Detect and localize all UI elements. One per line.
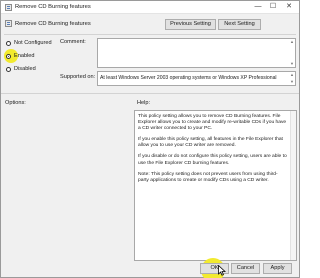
policy-setting-icon xyxy=(5,4,12,11)
window-title: Remove CD Burning features xyxy=(15,4,91,10)
comment-textarea[interactable]: ▲ ▼ xyxy=(97,38,296,68)
minimize-button[interactable]: — xyxy=(251,2,265,12)
radio-label: Disabled xyxy=(14,66,36,72)
help-panel: This policy setting allows you to remove… xyxy=(134,110,297,261)
scroll-up-icon[interactable]: ▲ xyxy=(289,72,295,78)
close-button[interactable]: ✕ xyxy=(282,2,296,12)
help-paragraph: If you disable or do not configure this … xyxy=(138,154,287,166)
radio-label: Enabled xyxy=(14,53,35,59)
header-divider xyxy=(4,34,296,35)
title-bar[interactable]: Remove CD Burning features — ☐ ✕ xyxy=(1,1,299,14)
radio-label: Not Configured xyxy=(14,40,52,46)
help-text: This policy setting allows you to remove… xyxy=(138,114,288,189)
mouse-pointer-icon xyxy=(218,265,226,276)
next-setting-button[interactable]: Next Setting xyxy=(218,19,261,30)
help-scrollbar[interactable] xyxy=(290,111,296,260)
policy-setting-icon xyxy=(5,20,12,27)
apply-button[interactable]: Apply xyxy=(263,263,292,274)
radio-button[interactable] xyxy=(6,67,11,72)
scroll-down-icon[interactable]: ▼ xyxy=(289,79,295,85)
help-paragraph: If you enable this policy setting, all f… xyxy=(138,137,283,149)
help-paragraph: This policy setting allows you to remove… xyxy=(138,114,287,132)
policy-dialog-window: Remove CD Burning features — ☐ ✕ Remove … xyxy=(0,0,300,278)
maximize-button[interactable]: ☐ xyxy=(266,2,280,12)
help-paragraph: Note: This policy setting does not preve… xyxy=(138,171,278,183)
supported-on-value: At least Windows Server 2003 operating s… xyxy=(100,75,277,81)
radio-button[interactable] xyxy=(6,54,11,59)
radio-button[interactable] xyxy=(6,41,11,46)
supported-on-field: At least Windows Server 2003 operating s… xyxy=(97,71,296,86)
scroll-up-icon[interactable]: ▲ xyxy=(289,39,295,45)
options-label: Options: xyxy=(5,100,26,106)
previous-setting-button[interactable]: Previous Setting xyxy=(165,19,216,30)
comment-label: Comment: xyxy=(60,39,86,45)
section-divider xyxy=(1,93,299,94)
cancel-button[interactable]: Cancel xyxy=(231,263,260,274)
setting-title: Remove CD Burning features xyxy=(15,21,91,27)
supported-on-label: Supported on: xyxy=(60,74,96,80)
scroll-down-icon[interactable]: ▼ xyxy=(289,61,295,67)
help-label: Help: xyxy=(137,100,151,106)
